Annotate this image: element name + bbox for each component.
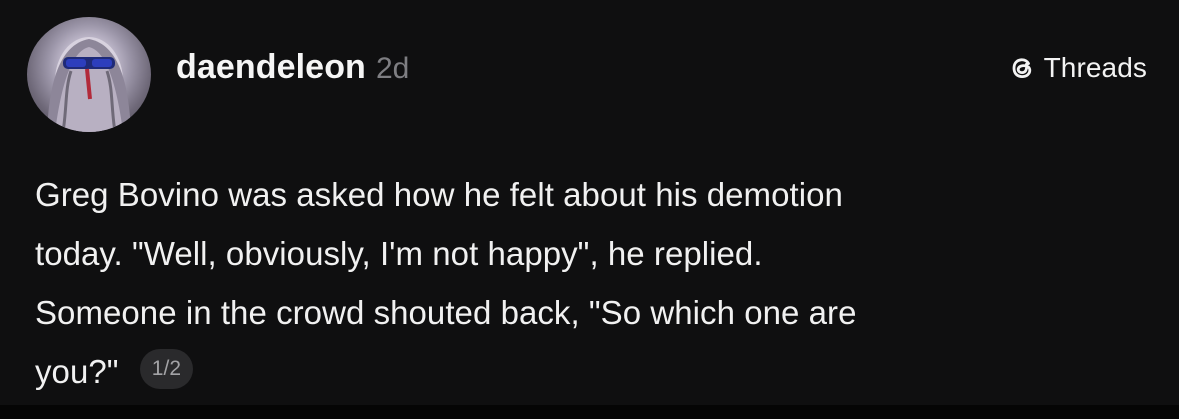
threads-post: daendeleon 2d Threads Greg Bovino was as… [0, 0, 1179, 405]
threads-brand[interactable]: Threads [1008, 52, 1147, 84]
post-timestamp: 2d [375, 52, 410, 85]
threads-brand-label: Threads [1043, 52, 1147, 83]
page-indicator-badge[interactable]: 1/2 [139, 349, 194, 390]
post-body-line: you?" [35, 353, 119, 390]
post-body: Greg Bovino was asked how he felt about … [35, 165, 1135, 401]
threads-logo-icon [1008, 52, 1036, 84]
avatar[interactable] [27, 17, 151, 132]
avatar-photo-icon [47, 37, 131, 132]
post-body-line: today. "Well, obviously, I'm not happy",… [35, 235, 763, 272]
post-body-last-line: you?" 1/2 [35, 342, 1135, 401]
post-body-line: Someone in the crowd shouted back, "So w… [35, 294, 857, 331]
username[interactable]: daendeleon [176, 48, 366, 87]
bottom-edge [0, 405, 1179, 419]
post-header: daendeleon 2d [176, 48, 409, 92]
post-body-line: Greg Bovino was asked how he felt about … [35, 176, 843, 213]
